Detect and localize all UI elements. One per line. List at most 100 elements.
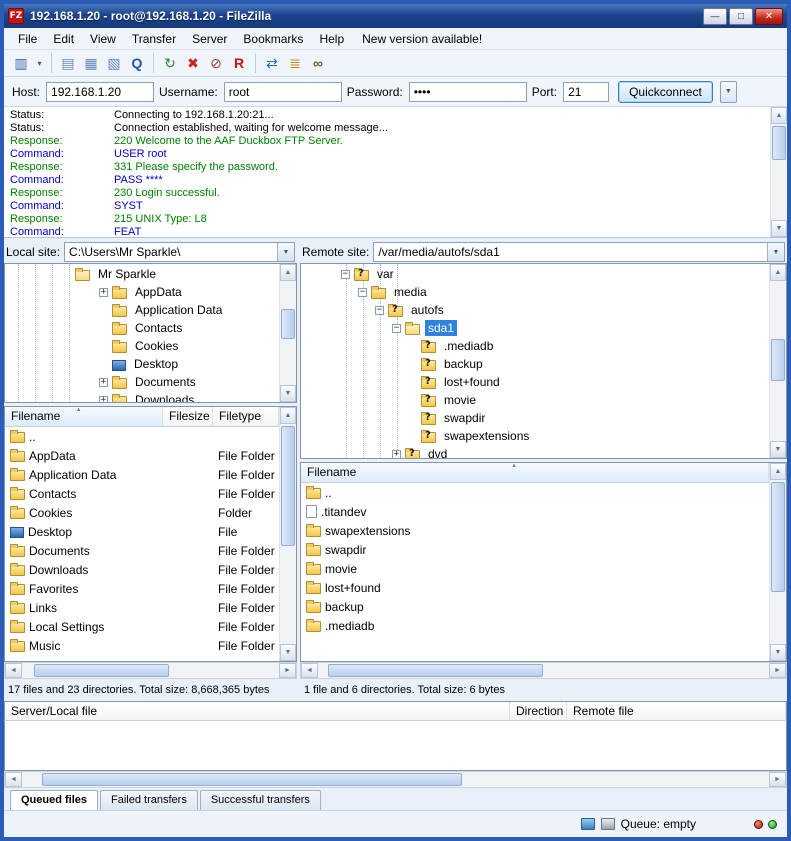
file-row[interactable]: DownloadsFile Folder: [5, 560, 279, 579]
queue-horizontal-scrollbar[interactable]: [4, 771, 787, 788]
scroll-right-button[interactable]: [769, 663, 786, 678]
file-row[interactable]: swapdir: [301, 540, 769, 559]
toggle-remote-tree-icon[interactable]: ▧: [103, 52, 125, 74]
tree-item[interactable]: .mediadb: [301, 337, 769, 355]
scroll-down-button[interactable]: [280, 644, 296, 661]
tab-successful-transfers[interactable]: Successful transfers: [200, 790, 321, 810]
scrollbar-thumb[interactable]: [281, 426, 295, 546]
tree-item[interactable]: Contacts: [5, 319, 279, 337]
scroll-up-button[interactable]: [770, 264, 786, 281]
directory-comparison-icon[interactable]: ⇄: [261, 52, 283, 74]
menu-transfer[interactable]: Transfer: [124, 29, 184, 49]
file-row[interactable]: swapextensions: [301, 521, 769, 540]
remote-list-vertical-scrollbar[interactable]: [769, 463, 786, 661]
file-row[interactable]: backup: [301, 597, 769, 616]
expand-icon[interactable]: [99, 288, 108, 297]
site-manager-icon[interactable]: ▥: [10, 52, 32, 74]
remote-site-combo[interactable]: /var/media/autofs/sda1: [373, 242, 785, 262]
host-input[interactable]: [46, 82, 154, 102]
column-header-filename[interactable]: Filename: [301, 463, 769, 482]
file-row[interactable]: DesktopFile: [5, 522, 279, 541]
tree-item[interactable]: autofs: [301, 301, 769, 319]
file-row[interactable]: lost+found: [301, 578, 769, 597]
menu-help[interactable]: Help: [311, 29, 352, 49]
expand-icon[interactable]: [99, 396, 108, 403]
log-vertical-scrollbar[interactable]: [770, 107, 787, 237]
file-row[interactable]: Local SettingsFile Folder: [5, 617, 279, 636]
tree-item[interactable]: swapextensions: [301, 427, 769, 445]
message-log[interactable]: Status:Connecting to 192.168.1.20:21... …: [4, 107, 787, 238]
tree-item[interactable]: Documents: [5, 373, 279, 391]
tree-item[interactable]: Desktop: [5, 355, 279, 373]
remote-horizontal-scrollbar[interactable]: [300, 662, 787, 679]
tree-item[interactable]: movie: [301, 391, 769, 409]
scrollbar-thumb[interactable]: [34, 664, 169, 677]
tree-item[interactable]: Application Data: [5, 301, 279, 319]
scroll-down-button[interactable]: [770, 644, 786, 661]
scrollbar-thumb[interactable]: [42, 773, 462, 786]
menu-edit[interactable]: Edit: [45, 29, 82, 49]
column-header-filesize[interactable]: Filesize: [163, 407, 213, 426]
scroll-up-button[interactable]: [770, 463, 786, 480]
column-header-filename[interactable]: Filename: [5, 407, 163, 426]
file-row[interactable]: ..: [5, 427, 279, 446]
remote-tree-vertical-scrollbar[interactable]: [769, 264, 786, 458]
collapse-icon[interactable]: [392, 324, 401, 333]
file-row[interactable]: AppDataFile Folder: [5, 446, 279, 465]
local-horizontal-scrollbar[interactable]: [4, 662, 297, 679]
port-input[interactable]: [563, 82, 609, 102]
tree-item[interactable]: Mr Sparkle: [5, 265, 279, 283]
scrollbar-thumb[interactable]: [771, 339, 785, 381]
scroll-down-button[interactable]: [770, 441, 786, 458]
file-row[interactable]: ..: [301, 483, 769, 502]
reconnect-icon[interactable]: R: [228, 52, 250, 74]
tree-item[interactable]: Cookies: [5, 337, 279, 355]
scroll-left-button[interactable]: [5, 772, 22, 787]
new-version-notice[interactable]: New version available!: [352, 29, 492, 49]
file-row[interactable]: CookiesFolder: [5, 503, 279, 522]
column-header-server-local-file[interactable]: Server/Local file: [5, 702, 510, 720]
tree-item[interactable]: var: [301, 265, 769, 283]
file-row[interactable]: FavoritesFile Folder: [5, 579, 279, 598]
toggle-message-log-icon[interactable]: ▤: [57, 52, 79, 74]
file-row[interactable]: MusicFile Folder: [5, 636, 279, 655]
file-row[interactable]: LinksFile Folder: [5, 598, 279, 617]
quickconnect-button[interactable]: Quickconnect: [618, 81, 713, 103]
maximize-button[interactable]: [729, 8, 753, 25]
column-header-direction[interactable]: Direction: [510, 702, 567, 720]
scrollbar-thumb[interactable]: [771, 482, 785, 592]
tab-queued-files[interactable]: Queued files: [10, 790, 98, 810]
refresh-icon[interactable]: ↻: [159, 52, 181, 74]
column-header-filetype[interactable]: Filetype: [213, 407, 279, 426]
tree-item[interactable]: dvd: [301, 445, 769, 458]
menu-bookmarks[interactable]: Bookmarks: [235, 29, 311, 49]
expand-icon[interactable]: [99, 378, 108, 387]
scroll-up-button[interactable]: [280, 407, 296, 424]
minimize-button[interactable]: [703, 8, 727, 25]
synchronized-browsing-icon[interactable]: ≣: [284, 52, 306, 74]
column-header-remote-file[interactable]: Remote file: [567, 702, 786, 720]
scrollbar-thumb[interactable]: [328, 664, 543, 677]
scroll-left-button[interactable]: [5, 663, 22, 678]
tree-item[interactable]: sda1: [301, 319, 769, 337]
scroll-up-button[interactable]: [280, 264, 296, 281]
file-row[interactable]: DocumentsFile Folder: [5, 541, 279, 560]
queue-body[interactable]: [4, 721, 787, 771]
scroll-up-button[interactable]: [771, 107, 787, 124]
collapse-icon[interactable]: [375, 306, 384, 315]
scrollbar-thumb[interactable]: [772, 126, 786, 160]
tree-item[interactable]: backup: [301, 355, 769, 373]
file-row[interactable]: .titandev: [301, 502, 769, 521]
combo-dropdown-icon[interactable]: [277, 243, 294, 261]
disconnect-icon[interactable]: ⊘: [205, 52, 227, 74]
menu-view[interactable]: View: [82, 29, 124, 49]
toggle-queue-icon[interactable]: Q: [126, 52, 148, 74]
sound-notification-icon[interactable]: [601, 818, 615, 830]
scroll-down-button[interactable]: [771, 220, 787, 237]
menu-server[interactable]: Server: [184, 29, 235, 49]
local-list-vertical-scrollbar[interactable]: [279, 407, 296, 661]
file-row[interactable]: .mediadb: [301, 616, 769, 635]
password-input[interactable]: [409, 82, 527, 102]
tree-item[interactable]: AppData: [5, 283, 279, 301]
file-row[interactable]: movie: [301, 559, 769, 578]
